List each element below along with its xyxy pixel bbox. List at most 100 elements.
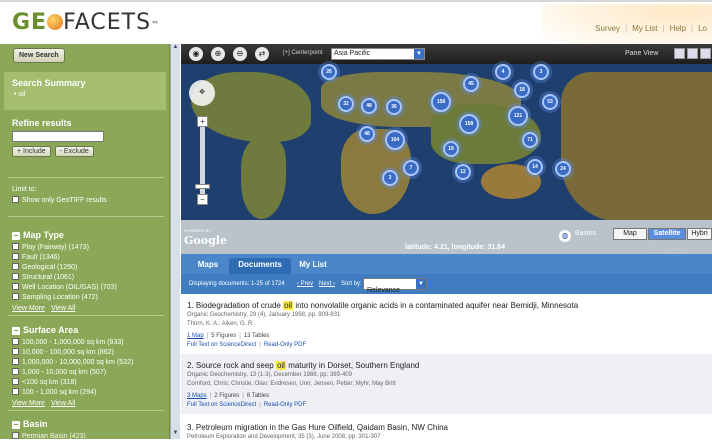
map-cluster-marker[interactable]: 71	[522, 132, 538, 148]
read-only-pdf-link[interactable]: Read-Only PDF	[264, 402, 306, 408]
map-type-satellite-button[interactable]: Satellite	[648, 228, 686, 240]
map-cluster-marker[interactable]: 158	[459, 114, 479, 134]
pane-view-split-icon[interactable]	[687, 48, 698, 59]
results-toolbar: Displaying documents: 1-25 of 1724 ‹ Pre…	[181, 274, 712, 294]
map-pan-control[interactable]: ✥	[189, 80, 215, 106]
include-button[interactable]: + Include	[12, 146, 51, 157]
zoom-slider-thumb[interactable]	[195, 184, 210, 189]
pane-view-list-icon[interactable]	[700, 48, 711, 59]
globe-tool-icon[interactable]: ◉	[189, 47, 203, 61]
map-cluster-marker[interactable]: 7	[403, 160, 419, 176]
map-cluster-marker[interactable]: 121	[508, 106, 528, 126]
refine-title: Refine results	[12, 118, 72, 128]
geotiff-checkbox[interactable]	[12, 196, 19, 203]
facet-checkbox[interactable]	[12, 432, 19, 439]
swap-tool-icon[interactable]: ⇄	[255, 47, 269, 61]
map-cluster-marker[interactable]: 18	[514, 82, 530, 98]
next-link[interactable]: Next ›	[319, 281, 335, 287]
results-tabs: Maps Documents My List	[181, 254, 712, 274]
tab-maps[interactable]: Maps	[191, 258, 225, 274]
map-cluster-marker[interactable]: 53	[542, 94, 558, 110]
view-more-link[interactable]: View More	[12, 400, 45, 407]
facet-checkbox[interactable]	[12, 263, 19, 270]
facet-checkbox[interactable]	[12, 388, 19, 395]
facet-checkbox[interactable]	[12, 293, 19, 300]
map-cluster-marker[interactable]: 48	[361, 98, 377, 114]
result-title[interactable]: 3. Petroleum migration in the Gas Hure O…	[187, 422, 706, 433]
sort-select[interactable]: Relevance ▼	[363, 278, 427, 294]
map-cluster-marker[interactable]: 3	[382, 170, 398, 186]
full-text-link[interactable]: Full Text on ScienceDirect	[187, 402, 256, 408]
map-cluster-marker[interactable]: 158	[431, 92, 451, 112]
zoom-out-tool-icon[interactable]: ⊖	[233, 47, 247, 61]
map-cluster-marker[interactable]: 164	[385, 130, 405, 150]
map-cluster-marker[interactable]: 3	[533, 64, 549, 80]
facet-checkbox[interactable]	[12, 283, 19, 290]
trademark: ™	[151, 20, 161, 29]
centerpoint-label[interactable]: [+] Centerpoint	[283, 50, 323, 56]
result-title[interactable]: 2. Source rock and seep oil maturity in …	[187, 360, 706, 371]
powered-by-label: POWERED BY	[184, 228, 212, 233]
new-search-button[interactable]: New Search	[13, 48, 65, 63]
result-authors: Cornford, Chris; Christie, Olav; Endrese…	[187, 381, 396, 387]
map-cluster-marker[interactable]: 32	[338, 96, 354, 112]
view-more-link[interactable]: View More	[12, 305, 45, 312]
full-text-link[interactable]: Full Text on ScienceDirect	[187, 342, 256, 348]
displaying-count: Displaying documents: 1-25 of 1724	[189, 281, 285, 287]
scroll-down-icon[interactable]: ▼	[171, 430, 180, 439]
search-highlight: oil	[283, 301, 294, 310]
read-only-pdf-link[interactable]: Read-Only PDF	[264, 342, 306, 348]
facet-checkbox[interactable]	[12, 253, 19, 260]
map-type-hybrid-button[interactable]: Hybri	[687, 228, 712, 240]
map-cluster-marker[interactable]: 19	[443, 141, 459, 157]
collapse-icon[interactable]: −	[12, 421, 20, 429]
zoom-minus-icon[interactable]: −	[197, 194, 208, 205]
result-item: 3. Petroleum migration in the Gas Hure O…	[181, 416, 712, 440]
facet-checkbox[interactable]	[12, 243, 19, 250]
map-cluster-marker[interactable]: 14	[527, 159, 543, 175]
facet-checkbox[interactable]	[12, 368, 19, 375]
pane-view-single-icon[interactable]	[674, 48, 685, 59]
tab-documents[interactable]: Documents	[229, 258, 291, 274]
map-cluster-marker[interactable]: 48	[359, 126, 375, 142]
view-all-link[interactable]: View All	[51, 400, 75, 407]
tab-my-list[interactable]: My List	[293, 258, 333, 274]
zoom-plus-icon[interactable]: +	[197, 116, 208, 127]
zoom-in-tool-icon[interactable]: ⊕	[211, 47, 225, 61]
prev-link[interactable]: ‹ Prev	[297, 281, 313, 287]
map-type-map-button[interactable]: Map	[613, 228, 647, 240]
map-cluster-marker[interactable]: 45	[463, 76, 479, 92]
map-panel[interactable]: ◉ ⊕ ⊖ ⇄ [+] Centerpoint Asia Pacific ▼ Pa…	[181, 44, 712, 254]
limit-to: Limit to: Show only GeoTIFF results	[12, 184, 107, 206]
exclude-button[interactable]: - Exclude	[54, 146, 94, 157]
result-maps-link[interactable]: 3 Maps	[187, 393, 207, 399]
map-cluster-marker[interactable]: 4	[495, 64, 511, 80]
map-cluster-marker[interactable]: 26	[321, 64, 337, 80]
facet-checkbox[interactable]	[12, 358, 19, 365]
centerpoint-select[interactable]: Asia Pacific ▼	[331, 48, 425, 60]
result-title[interactable]: 1. Biodegradation of crude oil into nonv…	[187, 300, 706, 311]
result-maps-link[interactable]: 1 Map	[187, 333, 204, 339]
collapse-icon[interactable]: −	[12, 327, 20, 335]
map-cluster-marker[interactable]: 36	[386, 99, 402, 115]
scroll-up-icon[interactable]: ▲	[171, 44, 180, 53]
geofacets-logo[interactable]: GE FACETS™	[12, 10, 160, 35]
help-link[interactable]: Help	[665, 24, 691, 33]
google-logo[interactable]: Google	[184, 234, 227, 247]
survey-link[interactable]: Survey	[590, 24, 625, 33]
logout-link[interactable]: Lo	[693, 24, 712, 33]
map-cluster-marker[interactable]: 12	[455, 164, 471, 180]
my-list-link[interactable]: My List	[627, 24, 662, 33]
facet-checkbox[interactable]	[12, 378, 19, 385]
refine-input[interactable]	[12, 131, 104, 142]
map-toolbar: ◉ ⊕ ⊖ ⇄ [+] Centerpoint Asia Pacific ▼ Pa…	[181, 44, 712, 64]
sidebar-scrollbar[interactable]: ▲ ▼	[170, 44, 180, 439]
view-all-link[interactable]: View All	[51, 305, 75, 312]
collapse-icon[interactable]: −	[12, 232, 20, 240]
basins-toggle[interactable]: ◍ Basins	[559, 227, 599, 242]
facet-label: 100,000 - 1,000,000 sq km (933)	[22, 339, 124, 346]
map-cluster-marker[interactable]: 24	[555, 161, 571, 177]
facet-checkbox[interactable]	[12, 348, 19, 355]
facet-checkbox[interactable]	[12, 338, 19, 345]
facet-checkbox[interactable]	[12, 273, 19, 280]
